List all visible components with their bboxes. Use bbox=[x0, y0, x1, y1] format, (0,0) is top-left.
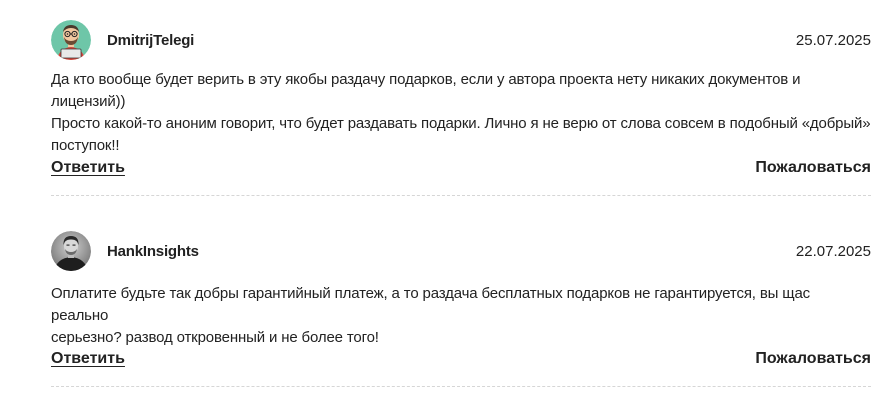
comment-text: Да кто вообще будет верить в эту якобы р… bbox=[51, 69, 871, 157]
comment-date: 25.07.2025 bbox=[795, 32, 871, 49]
comment-text-line: Просто какой-то аноним говорит, что буде… bbox=[51, 115, 871, 132]
comment-date: 22.07.2025 bbox=[795, 243, 871, 260]
comment-divider bbox=[51, 386, 871, 387]
comment-text-line: Да кто вообще будет верить в эту якобы р… bbox=[51, 71, 801, 110]
comment-divider bbox=[51, 195, 871, 196]
comment-item: DmitrijTelegi 25.07.2025 Да кто вообще б… bbox=[51, 20, 871, 196]
bw-portrait-avatar-icon bbox=[51, 231, 91, 271]
report-link[interactable]: Пожаловаться bbox=[755, 350, 871, 368]
reply-link[interactable]: Ответить bbox=[51, 350, 125, 368]
comment-header: HankInsights 22.07.2025 bbox=[51, 231, 871, 273]
comment-actions: Ответить Пожаловаться bbox=[51, 350, 871, 374]
comment-text-line: Оплатите будьте так добры гарантийный пл… bbox=[51, 285, 811, 324]
comment-text-line: поступок!! bbox=[51, 137, 120, 154]
comment-item: HankInsights 22.07.2025 Оплатите будьте … bbox=[51, 231, 871, 387]
avatar[interactable] bbox=[51, 231, 91, 271]
comment-text: Оплатите будьте так добры гарантийный пл… bbox=[51, 283, 871, 349]
avatar[interactable] bbox=[51, 20, 91, 60]
comment-author: HankInsights bbox=[107, 243, 199, 260]
comment-author: DmitrijTelegi bbox=[107, 32, 195, 49]
comment-header: DmitrijTelegi 25.07.2025 bbox=[51, 20, 871, 62]
comment-actions: Ответить Пожаловаться bbox=[51, 159, 871, 183]
reply-link[interactable]: Ответить bbox=[51, 159, 125, 177]
cartoon-man-avatar-icon bbox=[51, 20, 91, 60]
report-link[interactable]: Пожаловаться bbox=[755, 159, 871, 177]
comment-text-line: серьезно? развод откровенный и не более … bbox=[51, 329, 379, 346]
